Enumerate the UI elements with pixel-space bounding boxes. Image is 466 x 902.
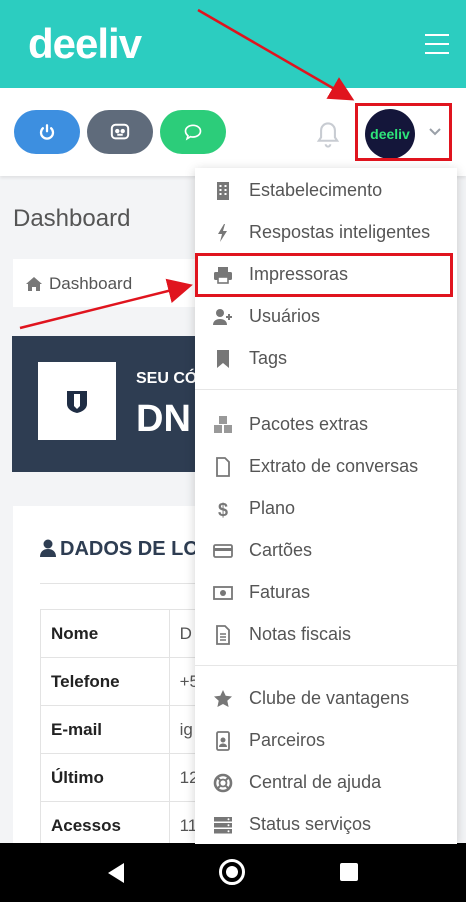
menu-item-pacotes-extras[interactable]: Pacotes extras [195,404,457,444]
menu-item-label: Plano [249,498,296,518]
server-icon [214,817,232,834]
money-bill-icon [213,586,233,600]
cubes-icon [214,416,232,433]
home-button-dot [226,866,238,878]
divider [40,583,210,584]
bookmark-icon [217,350,229,368]
building-icon [217,182,229,200]
file-text-icon [216,625,230,645]
menu-item-clube-de-vantagens[interactable]: Clube de vantagens [195,678,457,718]
page-title: Dashboard [13,205,131,232]
menu-item-notas-fiscais[interactable]: Notas fiscais [195,614,457,654]
menu-item-parceiros[interactable]: Parceiros [195,720,457,760]
bolt-icon [218,224,227,242]
menu-item-faturas[interactable]: Faturas [195,572,457,612]
file-icon [216,457,230,477]
app-logo[interactable]: deeliv [28,20,142,68]
menu-item-central-de-ajuda[interactable]: Central de ajuda [195,762,457,802]
row-key: E-mail [40,705,170,754]
menu-item-label: Central de ajuda [249,772,382,792]
back-icon[interactable] [106,862,126,889]
user-plus-icon [213,309,232,325]
dollar-icon: $ [218,500,228,519]
card-title: DADOS DE LO [40,538,199,563]
power-icon [39,124,55,140]
menu-item-label: Extrato de conversas [249,456,419,476]
table-row: E-mail ig [40,705,211,754]
menu-item-label: Faturas [249,582,311,602]
notifications-bell-icon[interactable] [314,120,342,155]
shield-icon [66,390,88,419]
menu-item-status-servicos[interactable]: Status serviços [195,804,457,844]
row-key: Nome [40,609,170,658]
menu-item-label: Estabelecimento [249,180,383,200]
menu-item-estabelecimento[interactable]: Estabelecimento [195,170,457,210]
star-icon [214,690,232,707]
menu-item-label: Clube de vantagens [249,688,410,708]
menu-item-label: Notas fiscais [249,624,352,644]
table-row: Telefone +5 [40,657,211,706]
recents-icon[interactable] [340,863,358,881]
menu-item-respostas-inteligentes[interactable]: Respostas inteligentes [195,212,457,252]
bot-icon [110,123,130,140]
breadcrumb-item-dashboard[interactable]: Dashboard [49,274,132,294]
menu-item-label: Tags [249,348,288,368]
menu-item-label: Pacotes extras [249,414,369,434]
credit-card-icon [213,544,233,558]
annotation-highlight-avatar [355,103,452,161]
menu-item-label: Usuários [249,306,321,326]
chat-bubble-icon [184,124,202,141]
menu-item-extrato-de-conversas[interactable]: Extrato de conversas [195,446,457,486]
card-title-text: DADOS DE LO [60,538,199,560]
home-icon[interactable] [26,277,42,296]
menu-item-cartoes[interactable]: Cartões [195,530,457,570]
menu-hamburger-icon[interactable] [425,34,449,54]
banner-code: DN [136,398,191,440]
annotation-highlight-impressoras [195,253,453,297]
banner-subtitle: SEU CÓ [136,370,198,387]
id-badge-icon [216,731,230,751]
menu-item-label: Status serviços [249,814,372,834]
menu-item-label: Respostas inteligentes [249,222,431,242]
menu-item-label: Cartões [249,540,313,560]
menu-divider [195,389,457,390]
menu-item-usuarios[interactable]: Usuários [195,296,457,336]
bot-button[interactable] [87,110,153,154]
menu-item-label: Parceiros [249,730,326,750]
row-key: Último [40,753,170,802]
power-button[interactable] [14,110,80,154]
menu-item-plano[interactable]: $ Plano [195,488,457,528]
menu-divider [195,665,457,666]
life-ring-icon [213,773,233,793]
user-icon [40,539,56,563]
login-data-table: Nome D Telefone +5 E-mail ig Último 12 Acess… [40,609,211,850]
table-row: Nome D [40,609,211,658]
chat-button[interactable] [160,110,226,154]
table-row: Último 12 [40,753,211,802]
row-key: Telefone [40,657,170,706]
menu-item-tags[interactable]: Tags [195,338,457,378]
svg-text:$: $ [218,500,228,519]
